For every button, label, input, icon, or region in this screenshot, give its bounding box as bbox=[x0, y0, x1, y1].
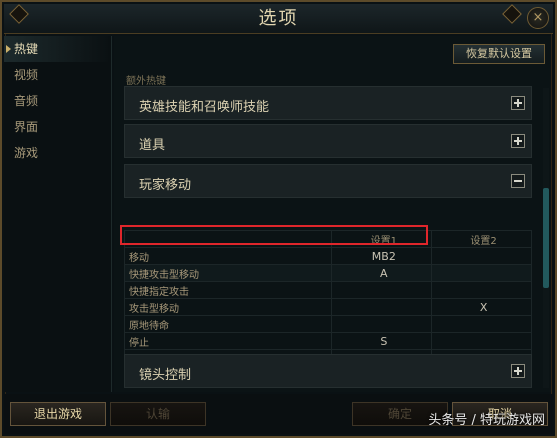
keybind-slot-2[interactable]: X bbox=[431, 298, 532, 316]
sidebar-item-label: 界面 bbox=[14, 120, 39, 134]
column-header-action bbox=[123, 230, 333, 248]
sidebar-item-hotkeys[interactable]: 热键 bbox=[4, 36, 111, 62]
section-label: 镜头控制 bbox=[139, 368, 192, 383]
close-icon: × bbox=[532, 10, 544, 25]
keybind-slot-1[interactable] bbox=[331, 298, 433, 316]
scrollbar-thumb[interactable] bbox=[543, 188, 549, 288]
sidebar-item-audio[interactable]: 音频 bbox=[4, 88, 111, 114]
sidebar-item-label: 游戏 bbox=[14, 146, 39, 160]
ornament-left-icon bbox=[9, 4, 29, 24]
expand-icon[interactable] bbox=[511, 134, 525, 148]
sidebar-item-label: 热键 bbox=[14, 42, 39, 56]
window-title: 选项 bbox=[258, 8, 299, 29]
surrender-button[interactable]: 认输 bbox=[110, 402, 206, 426]
action-label: 快捷攻击型移动 bbox=[123, 264, 333, 282]
column-header-setting2: 设置2 bbox=[431, 230, 532, 248]
active-arrow-icon bbox=[6, 45, 11, 53]
keybind-slot-2[interactable] bbox=[431, 264, 532, 282]
sidebar-item-interface[interactable]: 界面 bbox=[4, 114, 111, 140]
section-camera-control[interactable]: 镜头控制 bbox=[124, 354, 532, 388]
keybind-slot-2[interactable] bbox=[431, 332, 532, 350]
action-label: 快捷指定攻击 bbox=[123, 281, 333, 299]
section-label: 英雄技能和召唤师技能 bbox=[139, 100, 270, 115]
sidebar-item-label: 音频 bbox=[14, 94, 39, 108]
hotkeys-panel: 恢复默认设置 额外热键 英雄技能和召唤师技能 道具 玩家移动 设置1 设置2 移… bbox=[114, 36, 551, 392]
expand-icon[interactable] bbox=[511, 96, 525, 110]
table-row: 快捷攻击型移动 A bbox=[123, 264, 532, 282]
section-label: 道具 bbox=[139, 138, 166, 153]
keybind-slot-1[interactable]: A bbox=[331, 264, 433, 282]
collapse-icon[interactable] bbox=[511, 174, 525, 188]
column-header-setting1: 设置1 bbox=[331, 230, 433, 248]
keybind-slot-2[interactable] bbox=[431, 281, 532, 299]
watermark: 头条号 / 特玩游戏网 bbox=[428, 413, 545, 428]
keybind-slot-2[interactable] bbox=[431, 247, 532, 265]
section-items[interactable]: 道具 bbox=[124, 124, 532, 158]
ornament-right-icon bbox=[502, 4, 522, 24]
table-row: 原地待命 bbox=[123, 315, 532, 333]
table-row: 移动 MB2 bbox=[123, 247, 532, 265]
sidebar-item-label: 视频 bbox=[14, 68, 39, 82]
section-player-movement[interactable]: 玩家移动 bbox=[124, 164, 532, 198]
expand-icon[interactable] bbox=[511, 364, 525, 378]
keybind-slot-1[interactable] bbox=[331, 315, 433, 333]
keybind-slot-1[interactable]: S bbox=[331, 332, 433, 350]
reset-defaults-button[interactable]: 恢复默认设置 bbox=[453, 44, 545, 64]
action-label: 停止 bbox=[123, 332, 333, 350]
extra-hotkeys-heading: 额外热键 bbox=[126, 76, 166, 87]
section-abilities[interactable]: 英雄技能和召唤师技能 bbox=[124, 86, 532, 120]
hotkey-sections: 英雄技能和召唤师技能 道具 玩家移动 设置1 设置2 移动 MB2 快捷攻击型移… bbox=[123, 86, 540, 388]
action-label: 移动 bbox=[123, 247, 333, 265]
close-button[interactable]: × bbox=[527, 7, 549, 29]
title-bar: 选项 × bbox=[4, 4, 553, 34]
table-row: 停止 S bbox=[123, 332, 532, 350]
table-row: 攻击型移动 X bbox=[123, 298, 532, 316]
keybind-slot-1[interactable]: MB2 bbox=[331, 247, 433, 265]
table-row: 快捷指定攻击 bbox=[123, 281, 532, 299]
action-label: 原地待命 bbox=[123, 315, 333, 333]
sidebar-item-video[interactable]: 视频 bbox=[4, 62, 111, 88]
sidebar-item-game[interactable]: 游戏 bbox=[4, 140, 111, 166]
table-header-row: 设置1 设置2 bbox=[123, 230, 532, 248]
keybinding-table: 设置1 设置2 移动 MB2 快捷攻击型移动 A 快捷指定攻击 攻击型移动 X … bbox=[123, 230, 532, 367]
keybind-slot-2[interactable] bbox=[431, 315, 532, 333]
bottom-bar: 退出游戏 认输 确定 取消 头条号 / 特玩游戏网 bbox=[4, 394, 553, 434]
keybind-slot-1[interactable] bbox=[331, 281, 433, 299]
section-label: 玩家移动 bbox=[139, 178, 192, 193]
sidebar: 热键 视频 音频 界面 游戏 bbox=[4, 36, 112, 392]
scrollbar[interactable] bbox=[543, 88, 549, 388]
exit-game-button[interactable]: 退出游戏 bbox=[10, 402, 106, 426]
action-label: 攻击型移动 bbox=[123, 298, 333, 316]
